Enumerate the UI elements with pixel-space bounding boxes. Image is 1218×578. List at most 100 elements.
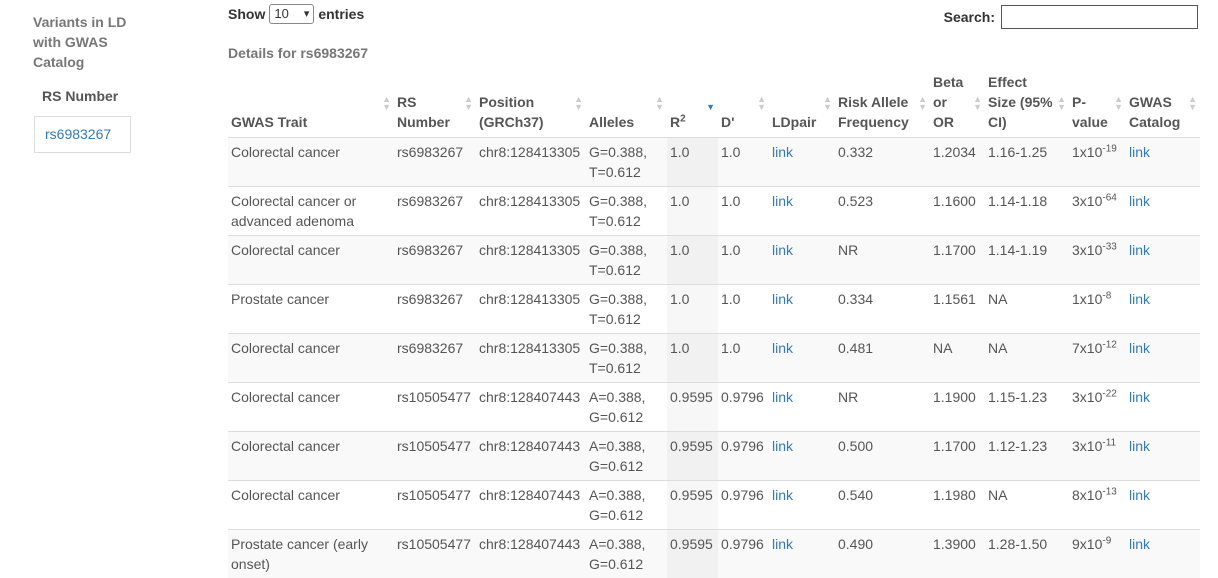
cell-dprime: 1.0 xyxy=(718,187,769,236)
ldpair-link[interactable]: link xyxy=(772,340,793,356)
col-p-value[interactable]: P-value▲▼ xyxy=(1069,72,1126,138)
cell-raf: 0.332 xyxy=(835,138,930,187)
search-label: Search: xyxy=(944,9,995,25)
cell-pvalue: 1x10-8 xyxy=(1069,285,1126,334)
cell-ldpair: link xyxy=(769,285,835,334)
cell-dprime: 1.0 xyxy=(718,334,769,383)
entries-control: Show 10 ▾ entries xyxy=(228,4,364,24)
cell-ldpair: link xyxy=(769,383,835,432)
gwas-catalog-link[interactable]: link xyxy=(1129,487,1150,503)
cell-position: chr8:128413305 xyxy=(476,285,586,334)
col-ldpair[interactable]: LDpair▲▼ xyxy=(769,72,835,138)
cell-ldpair: link xyxy=(769,236,835,285)
cell-effect: 1.15-1.23 xyxy=(985,383,1069,432)
cell-trait: Prostate cancer xyxy=(228,285,394,334)
cell-r2: 0.9595 xyxy=(667,383,718,432)
gwas-catalog-link[interactable]: link xyxy=(1129,144,1150,160)
gwas-catalog-link[interactable]: link xyxy=(1129,242,1150,258)
cell-alleles: A=0.388,G=0.612 xyxy=(586,383,667,432)
col-gwas-trait[interactable]: GWAS Trait▲▼ xyxy=(228,72,394,138)
search-input[interactable] xyxy=(1001,5,1198,29)
cell-r2: 1.0 xyxy=(667,236,718,285)
gwas-catalog-link[interactable]: link xyxy=(1129,438,1150,454)
details-title: Details for rs6983267 xyxy=(228,45,368,61)
cell-alleles: A=0.388,G=0.612 xyxy=(586,432,667,481)
cell-position: chr8:128413305 xyxy=(476,187,586,236)
cell-catalog: link xyxy=(1126,236,1200,285)
ldpair-link[interactable]: link xyxy=(772,291,793,307)
gwas-catalog-link[interactable]: link xyxy=(1129,389,1150,405)
ldpair-link[interactable]: link xyxy=(772,193,793,209)
col-position[interactable]: Position (GRCh37)▲▼ xyxy=(476,72,586,138)
cell-r2: 1.0 xyxy=(667,187,718,236)
cell-trait: Colorectal cancer xyxy=(228,236,394,285)
cell-rs: rs6983267 xyxy=(394,187,476,236)
search-control: Search: xyxy=(944,5,1198,29)
cell-catalog: link xyxy=(1126,432,1200,481)
cell-trait: Colorectal cancer xyxy=(228,138,394,187)
ldpair-link[interactable]: link xyxy=(772,389,793,405)
cell-alleles: G=0.388,T=0.612 xyxy=(586,236,667,285)
cell-r2: 0.9595 xyxy=(667,432,718,481)
cell-catalog: link xyxy=(1126,334,1200,383)
gwas-catalog-link[interactable]: link xyxy=(1129,340,1150,356)
col-alleles[interactable]: Alleles▲▼ xyxy=(586,72,667,138)
header-row: GWAS Trait▲▼ RS Number▲▼ Position (GRCh3… xyxy=(228,72,1200,138)
sidebar-title: Variants in LD with GWAS Catalog xyxy=(33,12,153,72)
sort-desc-icon: ▼ xyxy=(706,103,715,111)
cell-beta: 1.1900 xyxy=(930,383,985,432)
cell-dprime: 0.9796 xyxy=(718,432,769,481)
cell-pvalue: 3x10-33 xyxy=(1069,236,1126,285)
cell-beta: 1.1600 xyxy=(930,187,985,236)
ldpair-link[interactable]: link xyxy=(772,242,793,258)
sort-icon: ▲▼ xyxy=(1188,95,1197,111)
table-row: Colorectal cancerrs6983267chr8:128413305… xyxy=(228,138,1200,187)
cell-rs: rs6983267 xyxy=(394,334,476,383)
col-dprime[interactable]: D'▲▼ xyxy=(718,72,769,138)
sort-icon: ▲▼ xyxy=(382,95,391,111)
table-row: Colorectal cancerrs10505477chr8:12840744… xyxy=(228,481,1200,530)
table-body: Colorectal cancerrs6983267chr8:128413305… xyxy=(228,138,1200,578)
cell-ldpair: link xyxy=(769,138,835,187)
col-risk-allele-frequency[interactable]: Risk Allele Frequency▲▼ xyxy=(835,72,930,138)
sidebar-rs-link[interactable]: rs6983267 xyxy=(34,116,131,153)
table-row: Colorectal cancerrs10505477chr8:12840744… xyxy=(228,432,1200,481)
table-row: Colorectal cancerrs10505477chr8:12840744… xyxy=(228,383,1200,432)
ldpair-link[interactable]: link xyxy=(772,144,793,160)
gwas-catalog-link[interactable]: link xyxy=(1129,193,1150,209)
cell-ldpair: link xyxy=(769,481,835,530)
sidebar: Variants in LD with GWAS Catalog RS Numb… xyxy=(0,0,200,571)
cell-ldpair: link xyxy=(769,432,835,481)
cell-pvalue: 1x10-19 xyxy=(1069,138,1126,187)
col-gwas-catalog[interactable]: GWAS Catalog▲▼ xyxy=(1126,72,1200,138)
entries-label: entries xyxy=(318,6,364,22)
col-r2[interactable]: R2▼ xyxy=(667,72,718,138)
cell-catalog: link xyxy=(1126,285,1200,334)
col-beta-or[interactable]: Beta or OR▲▼ xyxy=(930,72,985,138)
ldpair-link[interactable]: link xyxy=(772,438,793,454)
cell-pvalue: 7x10-12 xyxy=(1069,334,1126,383)
col-rs-number[interactable]: RS Number▲▼ xyxy=(394,72,476,138)
table-row: Colorectal cancerrs6983267chr8:128413305… xyxy=(228,236,1200,285)
gwas-catalog-link[interactable]: link xyxy=(1129,291,1150,307)
gwas-catalog-link[interactable]: link xyxy=(1129,536,1150,552)
sort-icon: ▲▼ xyxy=(1057,95,1066,111)
table-row: Colorectal cancer or advanced adenomars6… xyxy=(228,187,1200,236)
ldpair-link[interactable]: link xyxy=(772,487,793,503)
cell-trait: Colorectal cancer xyxy=(228,334,394,383)
cell-effect: 1.16-1.25 xyxy=(985,138,1069,187)
cell-alleles: G=0.388,T=0.612 xyxy=(586,334,667,383)
cell-position: chr8:128413305 xyxy=(476,236,586,285)
cell-r2: 1.0 xyxy=(667,285,718,334)
col-effect-size[interactable]: Effect Size (95% CI)▲▼ xyxy=(985,72,1069,138)
cell-alleles: A=0.388,G=0.612 xyxy=(586,481,667,530)
cell-effect: NA xyxy=(985,481,1069,530)
cell-pvalue: 8x10-13 xyxy=(1069,481,1126,530)
cell-rs: rs10505477 xyxy=(394,383,476,432)
cell-ldpair: link xyxy=(769,334,835,383)
cell-position: chr8:128407443 xyxy=(476,383,586,432)
ldpair-link[interactable]: link xyxy=(772,536,793,552)
sort-icon: ▲▼ xyxy=(823,95,832,111)
entries-select[interactable]: 10 ▾ xyxy=(269,4,314,24)
sort-icon: ▲▼ xyxy=(655,95,664,111)
